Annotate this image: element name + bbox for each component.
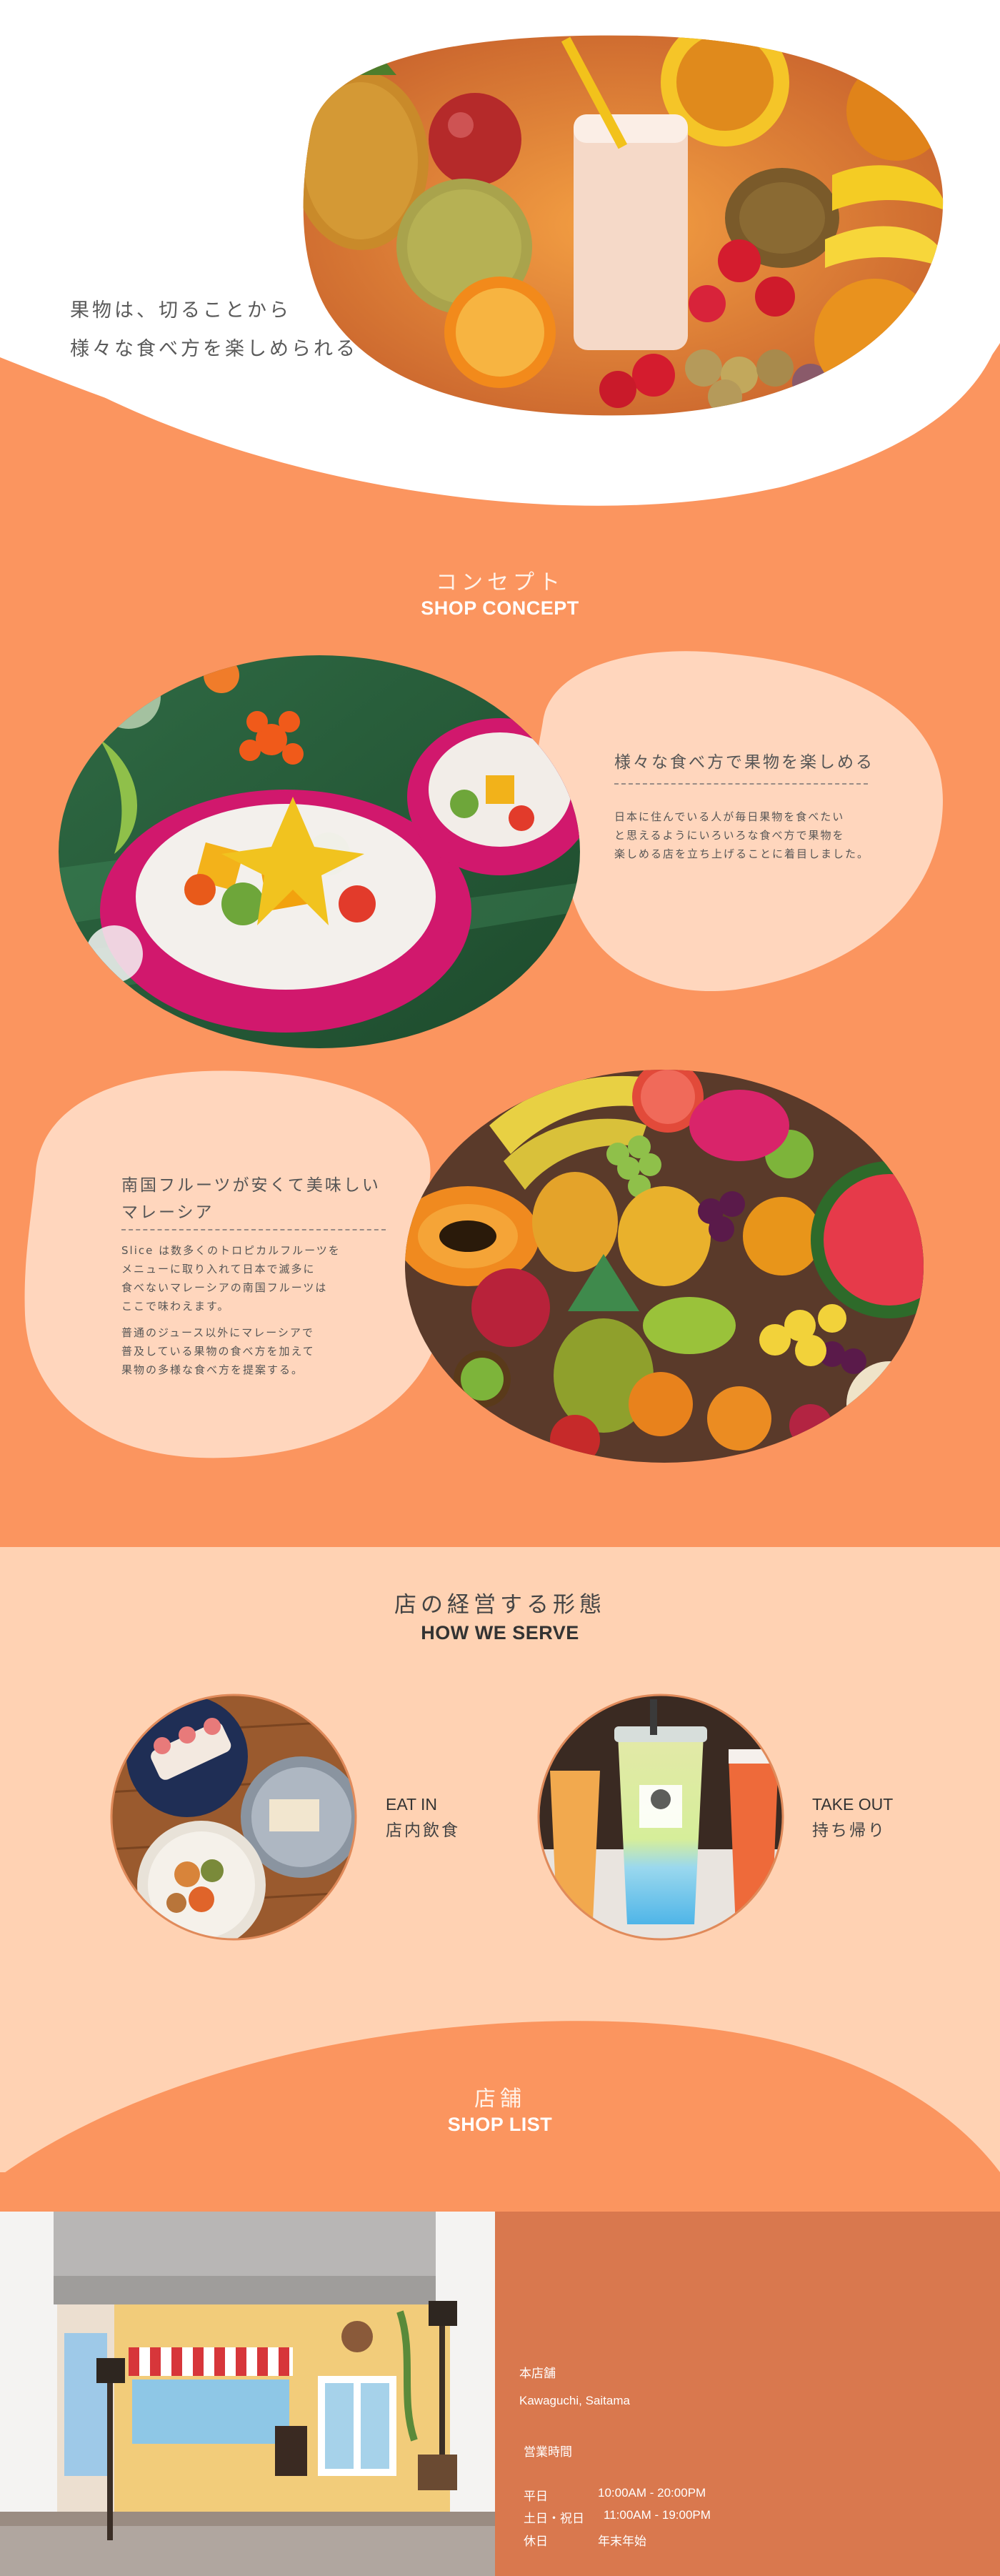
concept-block1-line: 楽しめる店を立ち上げることに着目しました。 bbox=[614, 847, 870, 860]
concept-dragonfruit-image bbox=[59, 655, 580, 1048]
hero-caption: 果物は、切ることから 様々な食べ方を楽しめられる bbox=[70, 292, 358, 369]
concept-block1-body: 日本に住んでいる人が毎日果物を食べたい と思えるようにいろいろな食べ方で果物を … bbox=[614, 807, 869, 863]
serve-title-en: HOW WE SERVE bbox=[421, 1622, 579, 1643]
take-out-label-en: TAKE OUT bbox=[812, 1795, 894, 1814]
concept-block2-heading-line2: マレーシア bbox=[121, 1203, 214, 1222]
eat-in-label-jp: 店内飲食 bbox=[386, 1821, 460, 1840]
hours-time-weekend: 11:00AM - 19:00PM bbox=[604, 2508, 711, 2522]
concept-block2-line: Slice は数多くのトロピカルフルーツを bbox=[121, 1244, 341, 1257]
eat-in-label-en: EAT IN bbox=[386, 1795, 437, 1814]
hours-day-holiday: 休日 bbox=[524, 2535, 548, 2548]
take-out-image[interactable] bbox=[536, 1692, 786, 1942]
hero-caption-line1: 果物は、切ることから bbox=[70, 299, 291, 322]
serve-title-jp: 店の経営する形態 bbox=[394, 1592, 606, 1618]
shoplist-title-jp: 店舗 bbox=[474, 2087, 526, 2112]
hours-time-weekday: 10:00AM - 20:00PM bbox=[598, 2486, 706, 2500]
concept-block2-divider bbox=[121, 1229, 386, 1230]
concept-block2-para2: 普通のジュース以外にマレーシアで 普及している果物の食べ方を加えて 果物の多様な… bbox=[121, 1323, 315, 1379]
store-label: 本店舗 bbox=[519, 2367, 556, 2380]
hours-day-weekend: 土日・祝日 bbox=[524, 2512, 584, 2525]
store-location: Kawaguchi, Saitama bbox=[519, 2394, 630, 2407]
concept-block1-divider bbox=[614, 783, 868, 785]
concept-block2-line: 普通のジュース以外にマレーシアで bbox=[121, 1326, 314, 1339]
concept-block1-line: 日本に住んでいる人が毎日果物を食べたい bbox=[614, 810, 845, 823]
concept-title-en: SHOP CONCEPT bbox=[421, 597, 579, 619]
hero-fruit-image bbox=[303, 35, 944, 416]
concept-block2-heading-line1: 南国フルーツが安くて美味しい bbox=[121, 1176, 381, 1195]
hours-day-weekday: 平日 bbox=[524, 2490, 548, 2503]
concept-block2-line: 普及している果物の食べ方を加えて bbox=[121, 1345, 315, 1358]
concept-block2-heading: 南国フルーツが安くて美味しい マレーシア bbox=[121, 1172, 381, 1226]
concept-block2-line: 果物の多様な食べ方を提案する。 bbox=[121, 1363, 304, 1376]
eat-in-image[interactable] bbox=[109, 1692, 359, 1942]
concept-block2-line: 食べないマレーシアの南国フルーツは bbox=[121, 1281, 328, 1294]
concept-block2-para1: Slice は数多くのトロピカルフルーツを メニューに取り入れて日本で滅多に 食… bbox=[121, 1241, 341, 1316]
concept-block2-line: ここで味わえます。 bbox=[121, 1300, 230, 1313]
hours-label: 営業時間 bbox=[524, 2445, 572, 2459]
hero-caption-line2: 様々な食べ方を楽しめられる bbox=[70, 338, 358, 360]
take-out-label-jp: 持ち帰り bbox=[812, 1821, 886, 1840]
concept-block1-heading: 様々な食べ方で果物を楽しめる bbox=[614, 753, 874, 772]
hours-time-holiday: 年末年始 bbox=[598, 2535, 646, 2548]
concept-tropical-fruit-image bbox=[405, 1070, 924, 1463]
concept-block2-line: メニューに取り入れて日本で滅多に bbox=[121, 1263, 316, 1275]
shoplist-title-en: SHOP LIST bbox=[447, 2114, 553, 2135]
concept-block1-line: と思えるようにいろいろな食べ方で果物を bbox=[614, 829, 845, 842]
concept-title-jp: コンセプト bbox=[436, 570, 564, 595]
storefront-image bbox=[0, 2212, 495, 2576]
